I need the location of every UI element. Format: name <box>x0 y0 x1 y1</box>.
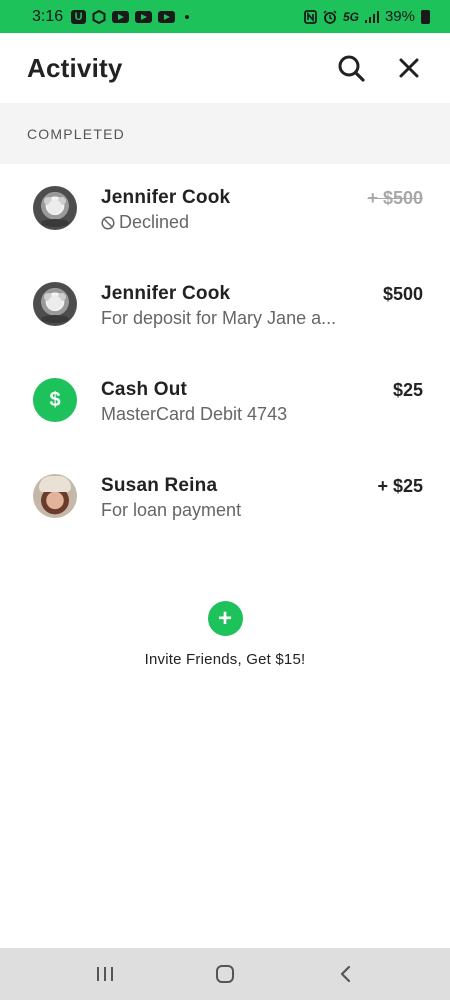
invite-label[interactable]: Invite Friends, Get $15! <box>145 651 306 668</box>
system-nav-bar <box>0 948 450 1000</box>
header-actions <box>337 54 423 82</box>
signal-icon <box>364 10 379 23</box>
close-icon <box>399 58 419 78</box>
activity-row[interactable]: Jennifer Cook Declined + $500 <box>0 164 450 260</box>
notification-dot-icon <box>185 14 190 19</box>
status-left: 3:16 U <box>32 7 190 26</box>
row-text: Susan Reina For loan payment <box>101 474 423 523</box>
row-name: Jennifer Cook <box>101 283 231 304</box>
u-app-icon: U <box>71 9 87 24</box>
row-amount: + $25 <box>377 476 423 496</box>
activity-list: Jennifer Cook Declined + $500 Jennifer C… <box>0 164 450 548</box>
plus-icon: + <box>217 604 232 632</box>
youtube-icon <box>135 10 153 23</box>
nfc-icon <box>304 9 317 24</box>
declined-icon <box>101 215 115 230</box>
search-icon <box>338 55 365 82</box>
recent-apps-button[interactable] <box>90 959 120 989</box>
battery-percent: 39% <box>384 8 415 25</box>
avatar <box>33 186 77 230</box>
page-title: Activity <box>27 52 123 83</box>
alarm-icon <box>323 9 337 24</box>
battery-icon <box>421 9 430 24</box>
avatar <box>33 282 77 326</box>
circle-app-icon <box>92 9 106 24</box>
search-button[interactable] <box>337 54 365 82</box>
youtube-icon <box>158 10 176 23</box>
row-name: Cash Out <box>101 379 188 400</box>
cash-out-icon: $ <box>33 378 77 422</box>
activity-row[interactable]: $ Cash Out MasterCard Debit 4743 $25 <box>0 356 450 452</box>
section-label: COMPLETED <box>27 125 125 142</box>
row-subtitle: MasterCard Debit 4743 <box>101 402 363 427</box>
app-header: Activity <box>0 33 450 103</box>
row-name: Susan Reina <box>101 475 218 496</box>
activity-row[interactable]: Jennifer Cook For deposit for Mary Jane … <box>0 260 450 356</box>
status-right: 5G 39% <box>304 8 430 25</box>
recent-apps-icon <box>97 967 113 981</box>
row-amount: $25 <box>392 380 423 400</box>
dollar-icon: $ <box>49 388 61 411</box>
row-text: Jennifer Cook For deposit for Mary Jane … <box>101 282 423 331</box>
network-type: 5G <box>342 9 359 24</box>
home-icon <box>216 965 234 983</box>
invite-section: + Invite Friends, Get $15! <box>0 601 450 668</box>
row-subtitle-text: Declined <box>119 212 190 232</box>
row-subtitle-text: For deposit for Mary Jane a... <box>101 308 337 328</box>
back-button[interactable] <box>330 959 360 989</box>
section-header: COMPLETED <box>0 103 450 164</box>
row-amount: $500 <box>382 284 423 304</box>
row-subtitle: For loan payment <box>101 498 363 523</box>
invite-plus-button[interactable]: + <box>207 601 243 636</box>
row-amount: + $500 <box>367 188 423 208</box>
avatar <box>33 474 77 518</box>
activity-row[interactable]: Susan Reina For loan payment + $25 <box>0 452 450 548</box>
row-subtitle: Declined <box>101 210 363 235</box>
status-time: 3:16 <box>32 7 64 25</box>
row-subtitle-text: MasterCard Debit 4743 <box>101 404 288 424</box>
row-subtitle: For deposit for Mary Jane a... <box>101 306 363 331</box>
row-text: Cash Out MasterCard Debit 4743 <box>101 378 423 427</box>
status-bar: 3:16 U 5G 39% <box>0 0 450 33</box>
row-subtitle-text: For loan payment <box>101 500 242 520</box>
home-button[interactable] <box>210 959 240 989</box>
back-icon <box>340 965 351 983</box>
close-button[interactable] <box>395 54 423 82</box>
youtube-icon <box>112 10 130 23</box>
